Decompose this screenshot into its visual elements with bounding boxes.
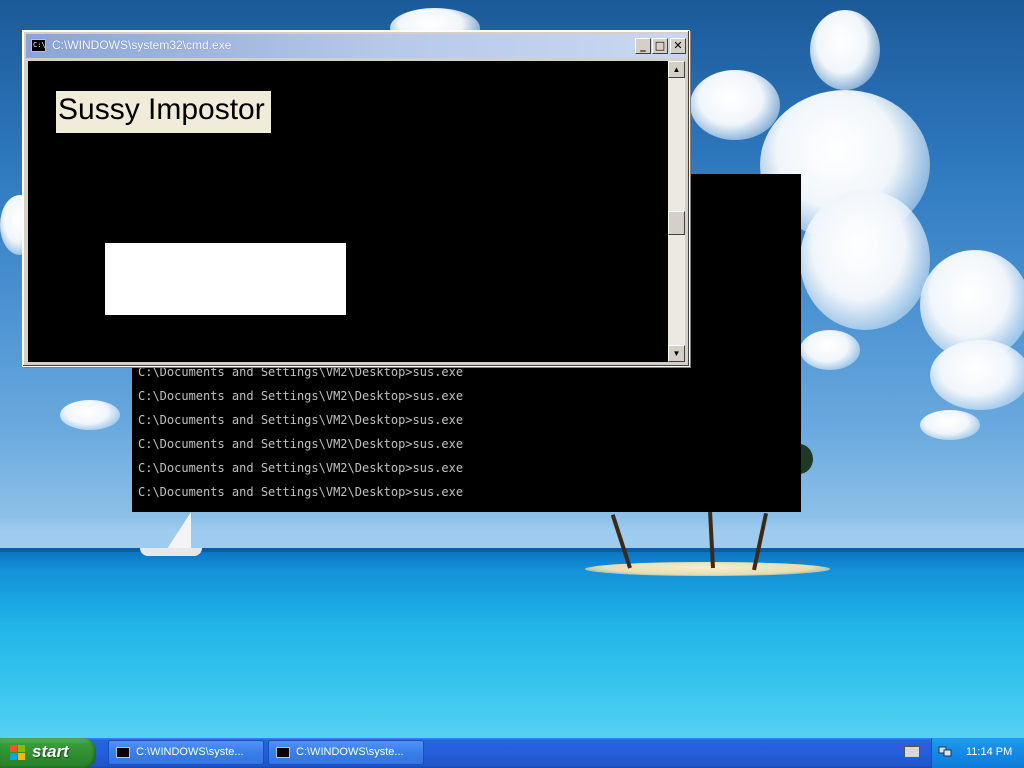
- cloud: [800, 190, 930, 330]
- island: [585, 562, 830, 576]
- scroll-down-arrow-icon[interactable]: ▼: [668, 345, 685, 362]
- sailboat: [165, 512, 191, 552]
- close-button[interactable]: ✕: [670, 38, 686, 54]
- sussy-impostor-label: Sussy Impostor: [56, 91, 271, 133]
- console-area[interactable]: Sussy Impostor: [28, 61, 668, 362]
- cloud: [810, 10, 880, 90]
- cloud: [690, 70, 780, 140]
- console-line: C:\Documents and Settings\VM2\Desktop>su…: [138, 389, 464, 403]
- console-line: C:\Documents and Settings\VM2\Desktop>su…: [138, 461, 464, 475]
- taskbar-item-label: C:\WINDOWS\syste...: [136, 746, 244, 758]
- taskbar-item-cmd[interactable]: C:\WINDOWS\syste...: [108, 740, 264, 765]
- title-bar[interactable]: C:\ C:\WINDOWS\system32\cmd.exe _ □ ✕: [26, 34, 686, 58]
- minimize-button[interactable]: _: [635, 38, 651, 54]
- clock[interactable]: 11:14 PM: [966, 746, 1012, 758]
- cloud: [60, 400, 120, 430]
- cloud: [920, 410, 980, 440]
- start-button[interactable]: start: [0, 738, 96, 768]
- white-rectangle: [105, 243, 346, 315]
- window-title: C:\WINDOWS\system32\cmd.exe: [52, 38, 232, 52]
- keyboard-icon[interactable]: [904, 746, 920, 758]
- sea: [0, 548, 1024, 738]
- taskbar-item-cmd[interactable]: C:\WINDOWS\syste...: [268, 740, 424, 765]
- network-icon[interactable]: [938, 746, 952, 758]
- windows-logo-icon: [10, 745, 26, 761]
- taskbar: start C:\WINDOWS\syste... C:\WINDOWS\sys…: [0, 738, 1024, 768]
- console-output: C:\Documents and Settings\VM2\Desktop>su…: [138, 360, 463, 504]
- console-line: C:\Documents and Settings\VM2\Desktop>su…: [138, 413, 464, 427]
- sailboat-hull: [140, 548, 202, 556]
- cmd-icon: [276, 747, 290, 758]
- start-label: start: [32, 742, 69, 761]
- cloud: [930, 340, 1024, 410]
- console-line: C:\Documents and Settings\VM2\Desktop>su…: [138, 485, 464, 499]
- taskbar-item-label: C:\WINDOWS\syste...: [296, 746, 404, 758]
- cmd-window[interactable]: C:\ C:\WINDOWS\system32\cmd.exe _ □ ✕ Su…: [22, 30, 690, 367]
- vertical-scrollbar[interactable]: ▲ ▼: [668, 61, 685, 362]
- cloud: [800, 330, 860, 370]
- cmd-icon[interactable]: C:\: [31, 39, 46, 52]
- cmd-icon: [116, 747, 130, 758]
- scroll-up-arrow-icon[interactable]: ▲: [668, 61, 685, 78]
- console-line: C:\Documents and Settings\VM2\Desktop>su…: [138, 437, 464, 451]
- scrollbar-thumb[interactable]: [668, 211, 685, 235]
- system-tray: 11:14 PM: [931, 738, 1024, 768]
- maximize-button[interactable]: □: [652, 38, 668, 54]
